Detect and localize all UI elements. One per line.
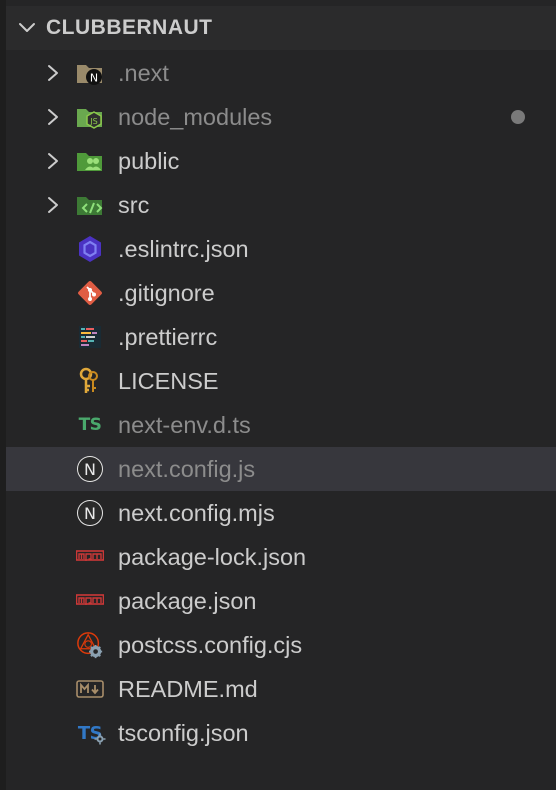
tree-item-label: node_modules [118, 104, 273, 130]
next-folder-icon: N [76, 59, 104, 87]
chevron-right-icon[interactable] [42, 194, 64, 216]
tree-item-gitignore[interactable]: .gitignore [6, 271, 556, 315]
tsconfig-icon: TS [76, 719, 106, 747]
public-folder-icon [76, 147, 104, 175]
tree-item-package-lock-json[interactable]: package-lock.json [6, 535, 556, 579]
chevron-right-icon[interactable] [42, 62, 64, 84]
tree-item-label: next-env.d.ts [118, 412, 251, 438]
tree-item-label: postcss.config.cjs [118, 632, 303, 658]
svg-text:N: N [84, 504, 96, 523]
node-folder-icon: JS [76, 103, 104, 131]
tree-item-next-config-js[interactable]: N next.config.js [6, 447, 556, 491]
tree-item-label: LICENSE [118, 368, 219, 394]
tree-item-label: next.config.js [118, 456, 256, 482]
tree-item-label: src [118, 192, 150, 218]
svg-text:N: N [84, 460, 96, 479]
tree-item-prettierrc[interactable]: .prettierrc [6, 315, 556, 359]
tree-item-label: tsconfig.json [118, 720, 249, 746]
tree-item-label: next.config.mjs [118, 500, 275, 526]
chevron-right-icon[interactable] [42, 150, 64, 172]
tree-item-next-folder[interactable]: N .next [6, 51, 556, 95]
nextjs-icon: N [76, 455, 104, 483]
tree-item-label: README.md [118, 676, 258, 702]
tree-item-label: public [118, 148, 180, 174]
eslint-icon [76, 235, 104, 263]
tree-item-postcss-config[interactable]: postcss.config.cjs [6, 623, 556, 667]
postcss-icon [76, 631, 104, 659]
npm-icon [76, 543, 104, 571]
tree-item-license[interactable]: LICENSE [6, 359, 556, 403]
svg-text:N: N [90, 72, 98, 85]
tree-item-label: .gitignore [118, 280, 215, 306]
markdown-icon [76, 675, 104, 703]
license-key-icon [76, 367, 104, 395]
file-tree: N .next JS node_modules public src .esli… [6, 51, 556, 755]
svg-text:JS: JS [89, 117, 97, 126]
tree-item-tsconfig[interactable]: TS tsconfig.json [6, 711, 556, 755]
tree-item-label: package-lock.json [118, 544, 307, 570]
tree-item-eslintrc[interactable]: .eslintrc.json [6, 227, 556, 271]
tree-item-next-env-dts[interactable]: TS next-env.d.ts [6, 403, 556, 447]
tree-item-src-folder[interactable]: src [6, 183, 556, 227]
nextjs-icon: N [76, 499, 104, 527]
prettier-icon [76, 323, 104, 351]
tree-item-public-folder[interactable]: public [6, 139, 556, 183]
explorer-panel: CLUBBERNAUT N .next JS node_modules publ… [0, 0, 556, 790]
chevron-right-icon[interactable] [42, 106, 64, 128]
explorer-section-header[interactable]: CLUBBERNAUT [6, 6, 556, 50]
section-title: CLUBBERNAUT [46, 16, 213, 39]
tree-item-label: .prettierrc [118, 324, 218, 350]
tree-item-label: .next [118, 60, 169, 86]
modified-badge-dot [511, 110, 525, 124]
tree-item-label: package.json [118, 588, 257, 614]
tree-item-label: .eslintrc.json [118, 236, 249, 262]
tree-item-package-json[interactable]: package.json [6, 579, 556, 623]
src-folder-icon [76, 191, 104, 219]
chevron-down-icon[interactable] [14, 15, 40, 41]
typescript-icon: TS [78, 415, 102, 435]
git-icon [76, 279, 104, 307]
gear-icon [94, 733, 106, 745]
tree-item-node-modules-folder[interactable]: JS node_modules [6, 95, 556, 139]
npm-icon [76, 587, 104, 615]
tree-item-next-config-mjs[interactable]: N next.config.mjs [6, 491, 556, 535]
tree-item-readme[interactable]: README.md [6, 667, 556, 711]
